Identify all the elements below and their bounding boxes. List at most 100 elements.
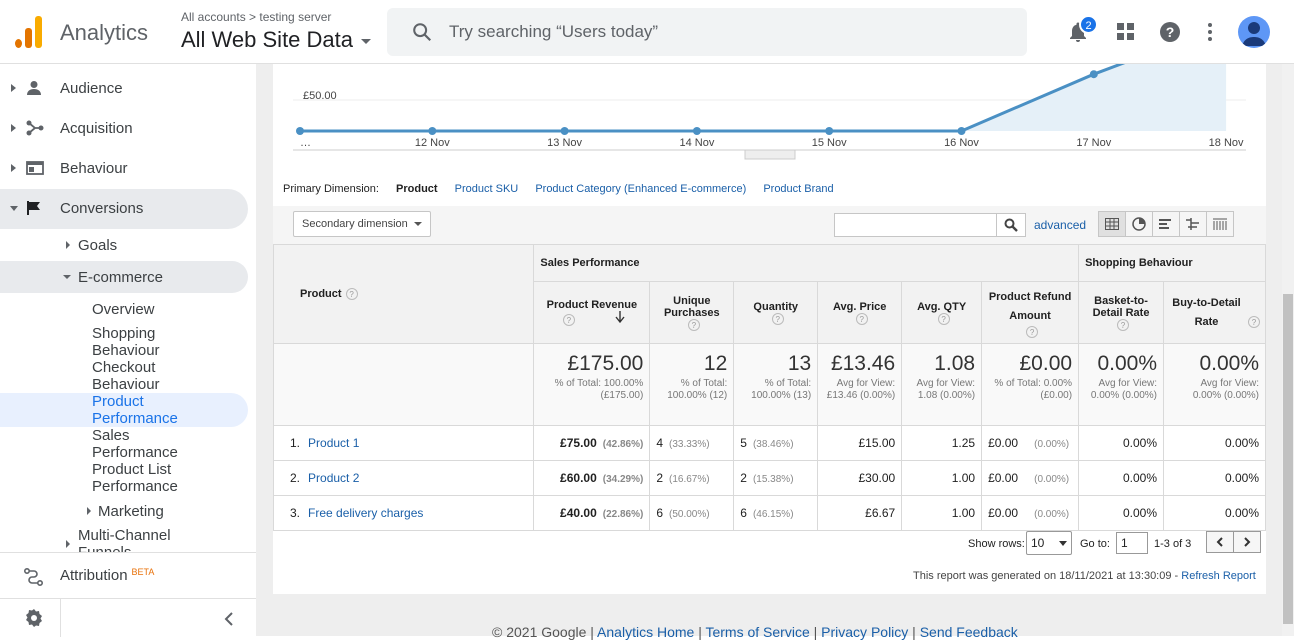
sidebar-item-shopping-behaviour[interactable]: Shopping Behaviour — [92, 325, 182, 359]
vertical-scrollbar[interactable] — [1282, 64, 1294, 636]
total-cell: 1.08 Avg for View: 1.08 (0.00%) — [901, 343, 983, 426]
revenue-value: £60.00 — [560, 471, 597, 485]
show-rows-select[interactable]: 10 — [1026, 531, 1072, 555]
product-link[interactable]: Product 2 — [308, 471, 359, 485]
column-header-label: Product Refund Amount — [988, 290, 1072, 322]
help-icon[interactable]: ? — [1117, 318, 1130, 331]
sidebar-item-attribution[interactable]: Attribution BETA — [60, 567, 154, 584]
sidebar-item-conversions[interactable]: Conversions — [0, 189, 248, 229]
help-icon[interactable]: ? — [771, 312, 784, 325]
sidebar-item-ecommerce[interactable]: E-commerce — [78, 269, 163, 286]
apps-grid-icon[interactable] — [1117, 23, 1135, 41]
footer-link-feedback[interactable]: Send Feedback — [920, 624, 1018, 640]
settings-gear-icon[interactable] — [24, 608, 44, 628]
sidebar-item-sales-performance[interactable]: Sales Performance — [92, 427, 182, 461]
quantity-cell: 5 (38.46%) — [733, 425, 819, 461]
help-icon[interactable]: ? — [855, 312, 868, 325]
product-link[interactable]: Product 1 — [308, 436, 359, 450]
comparison-view-button[interactable] — [1179, 211, 1207, 237]
next-page-button[interactable] — [1233, 531, 1261, 553]
pie-view-button[interactable] — [1125, 211, 1153, 237]
help-icon[interactable]: ? — [1248, 315, 1260, 328]
help-icon[interactable]: ? — [1159, 21, 1181, 43]
help-icon[interactable]: ? — [687, 318, 700, 331]
expand-arrow-icon — [66, 540, 70, 548]
revenue-cell: £40.00 (22.86%) — [533, 495, 651, 531]
sidebar-item-product-performance[interactable]: Product Performance — [92, 393, 182, 427]
help-icon[interactable]: ? — [1026, 325, 1039, 338]
dimension-product-brand[interactable]: Product Brand — [763, 183, 833, 195]
chevron-down-icon — [1059, 541, 1067, 546]
data-point — [428, 127, 437, 135]
help-icon[interactable]: ? — [562, 314, 575, 326]
refund-pct: (0.00%) — [1034, 439, 1070, 450]
table-search-button[interactable] — [996, 213, 1026, 237]
refund-pct: (0.00%) — [1034, 474, 1070, 485]
property-selector[interactable]: All Web Site Data — [181, 27, 372, 53]
performance-view-button[interactable] — [1152, 211, 1180, 237]
more-vert-icon[interactable] — [1206, 22, 1214, 42]
revenue-value: £75.00 — [560, 436, 597, 450]
chart-collapse-handle — [744, 149, 796, 160]
goto-page-input[interactable]: 1 — [1116, 532, 1148, 554]
account-avatar[interactable] — [1238, 16, 1270, 48]
chevron-left-icon — [1216, 537, 1223, 547]
total-value: £0.00 — [1019, 352, 1073, 375]
dimension-product-category[interactable]: Product Category (Enhanced E-commerce) — [535, 183, 746, 195]
footer-link-analytics-home[interactable]: Analytics Home — [597, 624, 694, 640]
chevron-right-icon — [1244, 537, 1251, 547]
column-header-product-revenue[interactable]: Product Revenue? — [533, 281, 651, 344]
product-link[interactable]: Free delivery charges — [308, 506, 423, 520]
footer-link-privacy[interactable]: Privacy Policy — [821, 624, 908, 640]
column-header-product: Product? — [272, 244, 535, 344]
prev-page-button[interactable] — [1206, 531, 1234, 553]
column-header-avg-qty[interactable]: Avg. QTY? — [901, 281, 983, 344]
pivot-view-button[interactable] — [1206, 211, 1234, 237]
search-bar[interactable] — [387, 8, 1027, 56]
revenue-pct: (42.86%) — [602, 439, 644, 450]
refresh-report-link[interactable]: Refresh Report — [1181, 570, 1256, 582]
search-input[interactable] — [449, 20, 989, 44]
column-header-quantity[interactable]: Quantity? — [733, 281, 819, 344]
column-header-avg-price[interactable]: Avg. Price? — [817, 281, 903, 344]
total-value: £13.46 — [830, 352, 896, 375]
advanced-filter-link[interactable]: advanced — [1034, 218, 1086, 232]
total-detail: % of Total: 0.00% (£0.00) — [994, 378, 1073, 401]
sidebar-item-checkout-behaviour[interactable]: Checkout Behaviour — [92, 359, 182, 393]
total-detail: % of Total: 100.00% (£175.00) — [554, 378, 644, 401]
column-header-basket-to-detail-rate[interactable]: Basket-to-Detail Rate? — [1078, 281, 1165, 344]
totals-label-cell — [272, 343, 535, 426]
sidebar-item-goals[interactable]: Goals — [78, 237, 117, 254]
help-icon[interactable]: ? — [345, 288, 358, 300]
dimension-product-sku[interactable]: Product SKU — [455, 183, 519, 195]
sidebar-item-marketing[interactable]: Marketing — [98, 503, 164, 520]
secondary-dimension-dropdown[interactable]: Secondary dimension — [293, 211, 431, 237]
account-breadcrumb[interactable]: All accounts > testing server — [181, 10, 331, 24]
quantity-cell: 2 (15.38%) — [733, 460, 819, 496]
sidebar-item-audience[interactable]: Audience — [0, 69, 248, 109]
dimension-product[interactable]: Product — [396, 183, 438, 195]
analytics-logo-icon[interactable] — [15, 16, 43, 48]
table-search-input[interactable] — [834, 213, 997, 237]
sidebar-item-acquisition[interactable]: Acquisition — [0, 109, 248, 149]
collapse-sidebar-chevron-icon[interactable] — [224, 612, 234, 626]
column-header-product-refund-amount[interactable]: Product Refund Amount? — [981, 281, 1080, 344]
column-header-unique-purchases[interactable]: Unique Purchases? — [649, 281, 735, 344]
product-cell: 3. Free delivery charges — [272, 495, 535, 531]
sidebar-item-overview[interactable]: Overview — [92, 301, 222, 318]
help-icon[interactable]: ? — [937, 312, 950, 325]
pie-chart-icon — [1132, 217, 1146, 231]
product-cell: 1. Product 1 — [272, 425, 535, 461]
product-cell: 2. Product 2 — [272, 460, 535, 496]
sidebar-item-behaviour[interactable]: Behaviour — [0, 149, 248, 189]
column-header-buy-to-detail-rate[interactable]: Buy-to-Detail Rate? — [1163, 281, 1266, 344]
scrollbar-thumb[interactable] — [1283, 294, 1293, 624]
footer-link-terms[interactable]: Terms of Service — [705, 624, 809, 640]
qty-value: 6 — [740, 506, 747, 520]
report-generated-note: This report was generated on 18/11/2021 … — [913, 570, 1256, 582]
sidebar-item-multichannel[interactable]: Multi-Channel Funnels — [78, 527, 188, 552]
group-header-shopping-behaviour: Shopping Behaviour — [1078, 244, 1266, 282]
sidebar-item-product-list-performance[interactable]: Product List Performance — [92, 461, 192, 495]
unique-purchases-cell: 2 (16.67%) — [649, 460, 735, 496]
table-view-button[interactable] — [1098, 211, 1126, 237]
